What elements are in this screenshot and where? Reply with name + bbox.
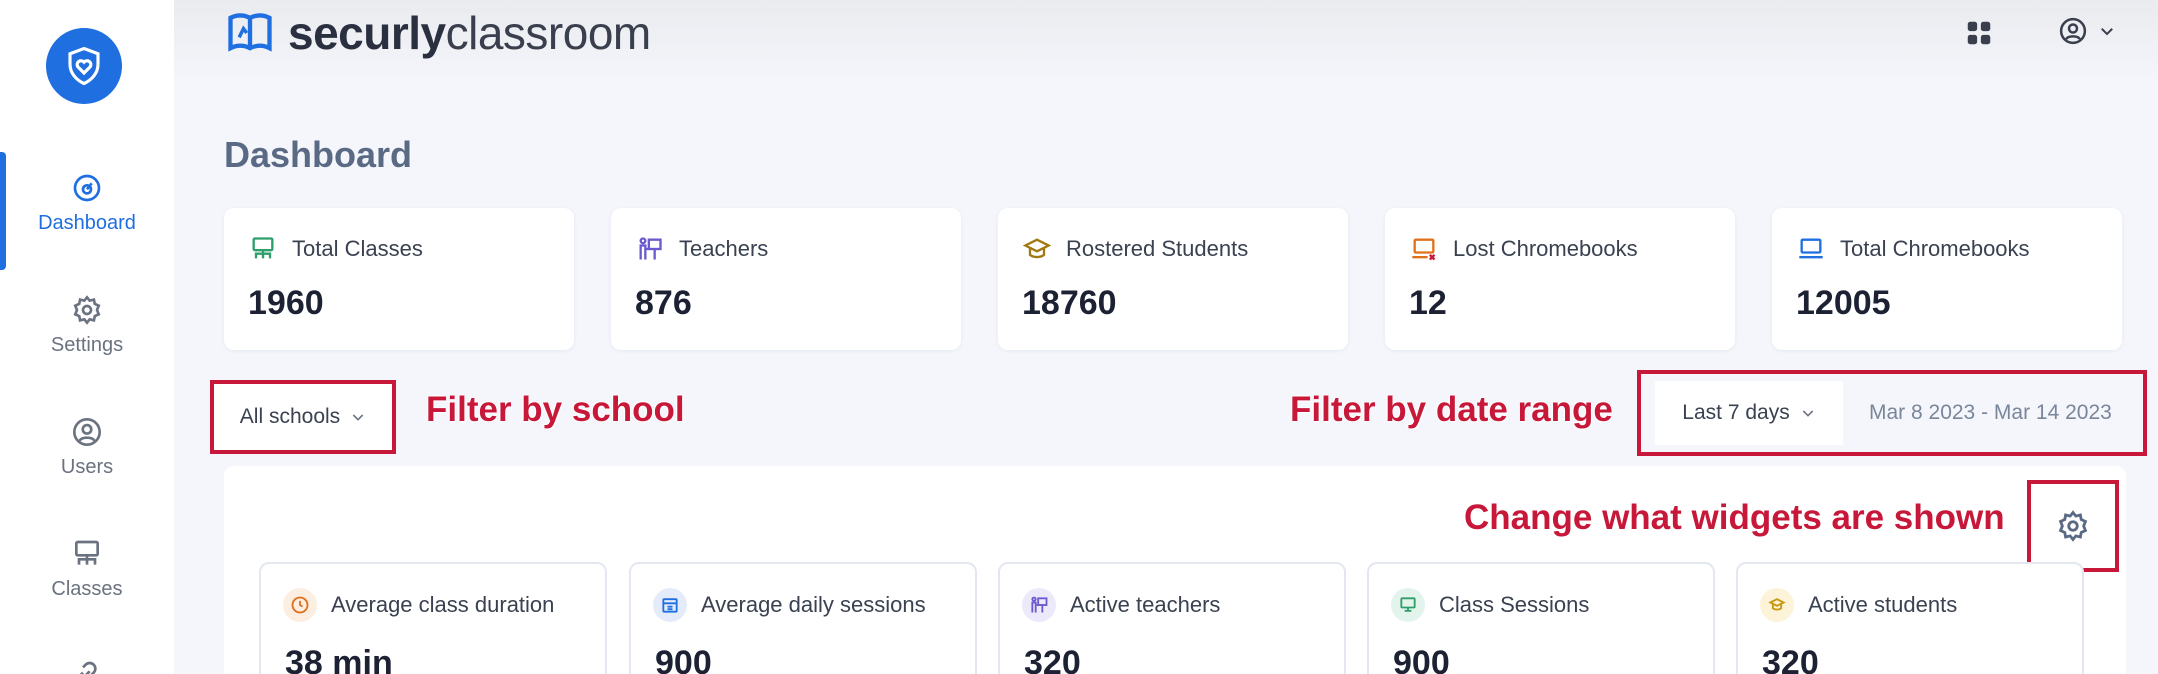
widget-label: Active teachers <box>1070 592 1221 617</box>
widget-card-average-class-duration: Average class duration 38 min <box>259 562 607 674</box>
date-range-picker[interactable]: Mar 8 2023 - Mar 14 2023 <box>1869 401 2112 425</box>
apps-grid-icon[interactable] <box>1964 18 1996 50</box>
dashboard-icon <box>69 170 105 206</box>
widget-card-average-daily-sessions: Average daily sessions 900 <box>629 562 977 674</box>
widget-label: Average class duration <box>331 592 555 617</box>
securly-logo-icon <box>228 13 272 52</box>
stat-value: 12 <box>1409 284 1447 322</box>
chevron-down-icon <box>2101 28 2113 36</box>
calendar-icon <box>653 588 687 622</box>
stat-label: Total Classes <box>292 236 423 261</box>
gear-icon <box>69 292 105 328</box>
sidebar: Dashboard Settings Users Classes <box>0 0 174 674</box>
stat-value: 12005 <box>1796 284 1891 322</box>
annotation-widgets: Change what widgets are shown <box>1464 498 2005 537</box>
sidebar-item-more[interactable] <box>0 656 174 674</box>
shield-heart-icon <box>68 46 100 86</box>
sidebar-item-classes[interactable]: Classes <box>0 536 174 601</box>
chevron-down-icon <box>1802 410 1813 417</box>
widget-value: 900 <box>1393 644 1450 674</box>
graduation-cap-icon <box>1022 234 1052 264</box>
laptop-alert-icon <box>1409 234 1439 264</box>
brand-logo[interactable]: securlyclassroom <box>224 6 651 60</box>
stat-label: Total Chromebooks <box>1840 236 2030 261</box>
sidebar-item-settings[interactable]: Settings <box>0 292 174 357</box>
widget-label: Class Sessions <box>1439 592 1590 617</box>
widget-value: 320 <box>1024 644 1081 674</box>
stat-value: 18760 <box>1022 284 1117 322</box>
widget-card-active-teachers: Active teachers 320 <box>998 562 1346 674</box>
gear-icon <box>2058 510 2088 542</box>
brand-name-bold: securly <box>288 7 446 59</box>
classroom-icon <box>248 234 278 264</box>
sidebar-item-users[interactable]: Users <box>0 414 174 479</box>
stat-label: Teachers <box>679 236 769 261</box>
date-range-value: Last 7 days <box>1682 401 1790 424</box>
date-filter: Last 7 days Mar 8 2023 - Mar 14 2023 <box>1637 370 2147 456</box>
stat-card-total-classes: Total Classes 1960 <box>224 208 574 350</box>
widget-label: Active students <box>1808 592 1958 617</box>
clock-icon <box>283 588 317 622</box>
widget-label: Average daily sessions <box>701 592 926 617</box>
sidebar-item-label: Users <box>60 456 114 478</box>
teacher-icon <box>635 234 665 264</box>
stat-card-rostered-students: Rostered Students 18760 <box>998 208 1348 350</box>
sidebar-item-label: Settings <box>50 334 124 356</box>
app-logo[interactable] <box>46 28 122 104</box>
school-filter-value: All schools <box>239 405 341 428</box>
stat-label: Lost Chromebooks <box>1453 236 1638 261</box>
laptop-icon <box>1796 234 1826 264</box>
stat-card-teachers: Teachers 876 <box>611 208 961 350</box>
date-range-select[interactable]: Last 7 days <box>1655 381 1843 445</box>
brand-name-light: classroom <box>445 7 652 59</box>
widget-value: 900 <box>655 644 712 674</box>
teacher-icon <box>1022 588 1056 622</box>
student-icon <box>1760 588 1794 622</box>
page-title: Dashboard <box>224 134 413 175</box>
stat-card-total-chromebooks: Total Chromebooks 12005 <box>1772 208 2122 350</box>
user-icon <box>69 414 105 450</box>
annotation-filter-date: Filter by date range <box>1290 390 1613 429</box>
school-filter-select[interactable]: All schools <box>210 380 396 454</box>
chevron-down-icon <box>352 414 364 421</box>
account-menu[interactable] <box>2058 16 2116 46</box>
annotation-filter-school: Filter by school <box>426 390 685 429</box>
account-icon <box>2059 17 2087 45</box>
brand-wordmark: securlyclassroom <box>288 6 651 60</box>
widget-value: 38 min <box>285 644 393 674</box>
widget-card-active-students: Active students 320 <box>1736 562 2084 674</box>
top-header: securlyclassroom <box>174 0 2158 84</box>
stat-card-lost-chromebooks: Lost Chromebooks 12 <box>1385 208 1735 350</box>
classes-icon <box>69 536 105 572</box>
stat-value: 876 <box>635 284 692 322</box>
widget-card-class-sessions: Class Sessions 900 <box>1367 562 1715 674</box>
widget-settings-button[interactable] <box>2027 480 2119 572</box>
monitor-icon <box>1391 588 1425 622</box>
stat-label: Rostered Students <box>1066 236 1249 261</box>
widget-value: 320 <box>1762 644 1819 674</box>
sidebar-item-label: Dashboard <box>38 212 136 234</box>
sidebar-item-dashboard[interactable]: Dashboard <box>0 170 174 235</box>
sidebar-item-label: Classes <box>51 578 123 600</box>
stat-value: 1960 <box>248 284 324 322</box>
link-icon <box>69 656 105 674</box>
